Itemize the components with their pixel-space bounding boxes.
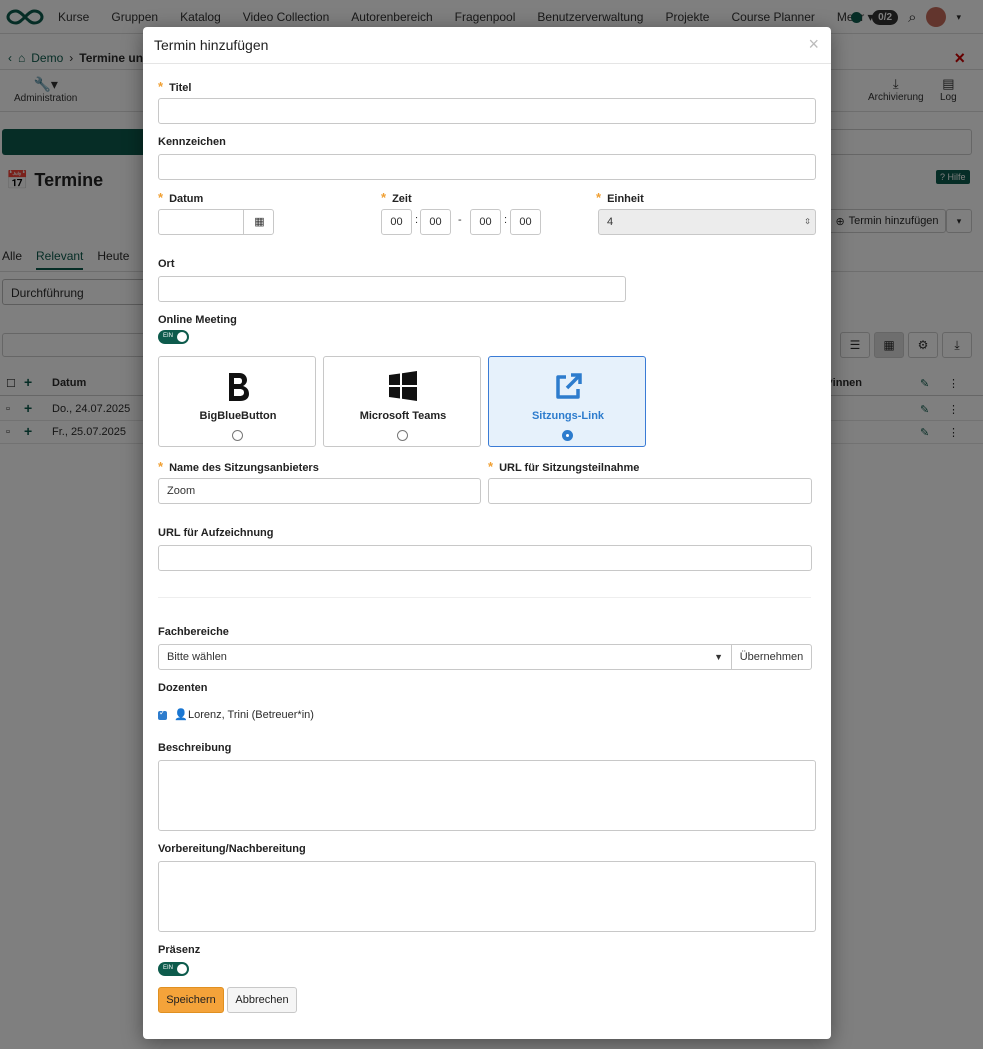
required-icon: * [158,459,164,474]
provider-name: BigBlueButton [199,410,277,422]
datum-label-text: Datum [169,193,204,205]
vorbereitung-label: Vorbereitung/Nachbereitung [158,843,306,855]
provider-name: Sitzungs-Link [531,410,605,422]
datum-input[interactable]: ▦ [158,209,274,235]
user-icon: 👤 [174,709,188,721]
uebernehmen-button[interactable]: Übernehmen [731,644,812,670]
anbieter-input[interactable]: Zoom [158,478,481,504]
windows-icon [324,371,482,403]
divider [158,597,811,598]
time-colon: : [504,214,508,226]
fachbereiche-select[interactable]: Bitte wählen ▼ [158,644,732,670]
caret-down-icon: ▼ [714,652,723,662]
titel-label: * Titel [158,79,191,94]
provider-card-bigbluebutton[interactable]: BigBlueButton [158,356,316,447]
toggle-state-label: EIN [163,333,174,339]
dozent-checkbox[interactable] [158,708,167,720]
beschreibung-label: Beschreibung [158,742,232,754]
required-icon: * [596,190,602,205]
required-icon: * [381,190,387,205]
end-hour-input[interactable]: 00 [470,209,501,235]
online-meeting-toggle[interactable]: EIN [158,330,189,344]
einheit-select[interactable]: 4 ⇳ [598,209,816,235]
vorbereitung-textarea[interactable] [158,861,816,932]
provider-card-sitzungs-link[interactable]: Sitzungs-Link [488,356,646,447]
zeit-label: * Zeit [381,190,412,205]
datum-label: * Datum [158,190,203,205]
toggle-state-label: EIN [163,965,174,971]
toggle-knob [177,332,187,342]
praesenz-toggle[interactable]: EIN [158,962,189,976]
dialog-header: Termin hinzufügen × [143,27,831,64]
time-dash: - [458,214,462,226]
dialog-title: Termin hinzufügen [154,37,269,53]
provider-radio[interactable] [562,430,573,441]
url-teilnahme-label-text: URL für Sitzungsteilnahme [499,462,640,474]
provider-radio[interactable] [232,430,243,441]
zeit-label-text: Zeit [392,193,412,205]
time-colon: : [415,214,419,226]
fachbereiche-placeholder: Bitte wählen [167,651,227,663]
provider-card-microsoft-teams[interactable]: Microsoft Teams [323,356,481,447]
required-icon: * [158,79,164,94]
add-appointment-dialog: Termin hinzufügen × * Titel Kennzeichen *… [143,27,831,1039]
beschreibung-textarea[interactable] [158,760,816,831]
start-hour-input[interactable]: 00 [381,209,412,235]
fachbereiche-label: Fachbereiche [158,626,229,638]
titel-label-text: Titel [169,82,192,94]
online-meeting-label: Online Meeting [158,314,237,326]
einheit-label: * Einheit [596,190,644,205]
kennzeichen-label: Kennzeichen [158,136,226,148]
required-icon: * [488,459,494,474]
dozent-name: Lorenz, Trini (Betreuer*in) [188,709,314,721]
start-minute-input[interactable]: 00 [420,209,451,235]
praesenz-label: Präsenz [158,944,201,956]
ort-label: Ort [158,258,175,270]
toggle-knob [177,964,187,974]
dozenten-label: Dozenten [158,682,208,694]
required-icon: * [158,190,164,205]
save-button[interactable]: Speichern [158,987,224,1013]
external-link-icon [489,371,647,403]
einheit-label-text: Einheit [607,193,644,205]
url-aufzeichnung-input[interactable] [158,545,812,571]
anbieter-label-text: Name des Sitzungsanbieters [169,462,319,474]
url-teilnahme-label: * URL für Sitzungsteilnahme [488,459,639,474]
bigbluebutton-icon [159,371,317,403]
url-aufzeichnung-label: URL für Aufzeichnung [158,527,274,539]
close-icon[interactable]: × [808,34,819,55]
end-minute-input[interactable]: 00 [510,209,541,235]
provider-radio[interactable] [397,430,408,441]
url-teilnahme-input[interactable] [488,478,812,504]
select-arrows-icon: ⇳ [804,217,811,226]
einheit-value: 4 [607,216,614,228]
kennzeichen-input[interactable] [158,154,816,180]
ort-input[interactable] [158,276,626,302]
calendar-icon[interactable]: ▦ [243,210,275,234]
cancel-button[interactable]: Abbrechen [227,987,297,1013]
anbieter-label: * Name des Sitzungsanbieters [158,459,319,474]
provider-name: Microsoft Teams [359,410,447,422]
titel-input[interactable] [158,98,816,124]
